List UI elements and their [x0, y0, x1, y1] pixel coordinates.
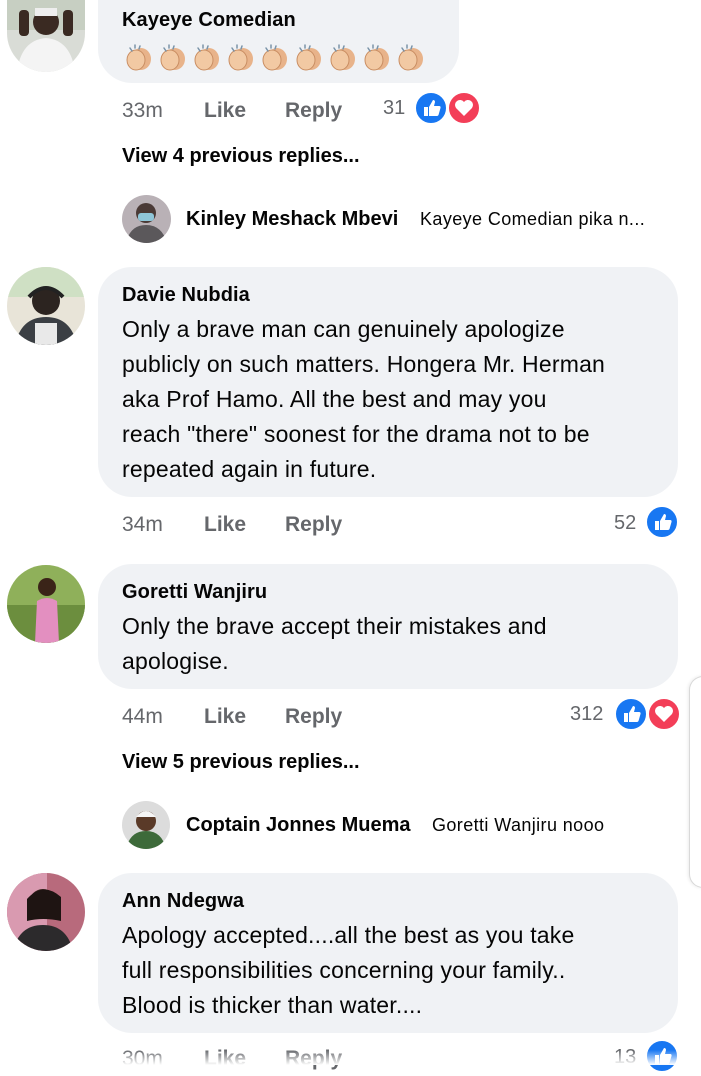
reply-author[interactable]: Kinley Meshack Mbevi — [186, 208, 398, 231]
comment-time[interactable]: 44m — [122, 705, 163, 729]
reply-avatar[interactable] — [122, 195, 171, 243]
bottom-fade — [0, 1050, 701, 1065]
clapping-hands-icon — [294, 42, 324, 72]
side-panel-edge[interactable] — [689, 676, 701, 888]
avatar[interactable] — [7, 0, 85, 72]
reaction-count[interactable]: 52 — [614, 512, 636, 535]
reaction-count[interactable]: 31 — [383, 97, 405, 120]
clapping-hands-icon — [328, 42, 358, 72]
clapping-hands-icon — [226, 42, 256, 72]
comment-author[interactable]: Ann Ndegwa — [122, 890, 244, 913]
like-icon — [414, 91, 448, 125]
clapping-hands-icon — [124, 42, 154, 72]
comment-time[interactable]: 34m — [122, 513, 163, 537]
comment-text-line: Only the brave accept their mistakes and — [122, 613, 547, 639]
like-icon — [614, 697, 648, 731]
love-icon — [647, 697, 681, 731]
reply-button[interactable]: Reply — [285, 513, 342, 537]
comment-text-line: apologise. — [122, 648, 229, 674]
view-previous-replies[interactable]: View 4 previous replies... — [122, 145, 360, 168]
like-icon — [645, 505, 679, 539]
like-button[interactable]: Like — [204, 705, 246, 729]
reply-preview[interactable]: Goretti Wanjiru nooo — [432, 815, 604, 836]
clapping-hands-icon — [158, 42, 188, 72]
reply-author[interactable]: Coptain Jonnes Muema — [186, 814, 410, 837]
clapping-hands-icon — [260, 42, 290, 72]
reply-button[interactable]: Reply — [285, 99, 342, 123]
clapping-hands-icon — [362, 42, 392, 72]
reply-preview[interactable]: Kayeye Comedian pika n... — [420, 209, 645, 230]
comment-text-line: publicly on such matters. Hongera Mr. He… — [122, 351, 606, 377]
comment-text-line: repeated again in future. — [122, 456, 377, 482]
like-button[interactable]: Like — [204, 513, 246, 537]
avatar[interactable] — [7, 565, 85, 643]
clapping-hands-icon — [192, 42, 222, 72]
comment-text-line: aka Prof Hamo. All the best and may you — [122, 386, 547, 412]
view-previous-replies[interactable]: View 5 previous replies... — [122, 751, 360, 774]
comment-author[interactable]: Kayeye Comedian — [122, 9, 296, 32]
reply-button[interactable]: Reply — [285, 705, 342, 729]
reaction-count[interactable]: 312 — [570, 703, 603, 726]
comment-author[interactable]: Davie Nubdia — [122, 284, 250, 307]
comment-time[interactable]: 33m — [122, 99, 163, 123]
comment-author[interactable]: Goretti Wanjiru — [122, 581, 267, 604]
avatar[interactable] — [7, 873, 85, 951]
reply-avatar[interactable] — [122, 801, 170, 849]
comment-text-line: Only a brave man can genuinely apologize — [122, 316, 565, 342]
comment-text-line: Apology accepted....all the best as you … — [122, 922, 575, 948]
comment-text-line: reach "there" soonest for the drama not … — [122, 421, 590, 447]
like-button[interactable]: Like — [204, 99, 246, 123]
love-icon — [447, 91, 481, 125]
comment-text-line: Blood is thicker than water.... — [122, 992, 423, 1018]
avatar[interactable] — [7, 267, 85, 345]
clapping-hands-icon — [396, 42, 426, 72]
comment-text-line: full responsibilities concerning your fa… — [122, 957, 566, 983]
